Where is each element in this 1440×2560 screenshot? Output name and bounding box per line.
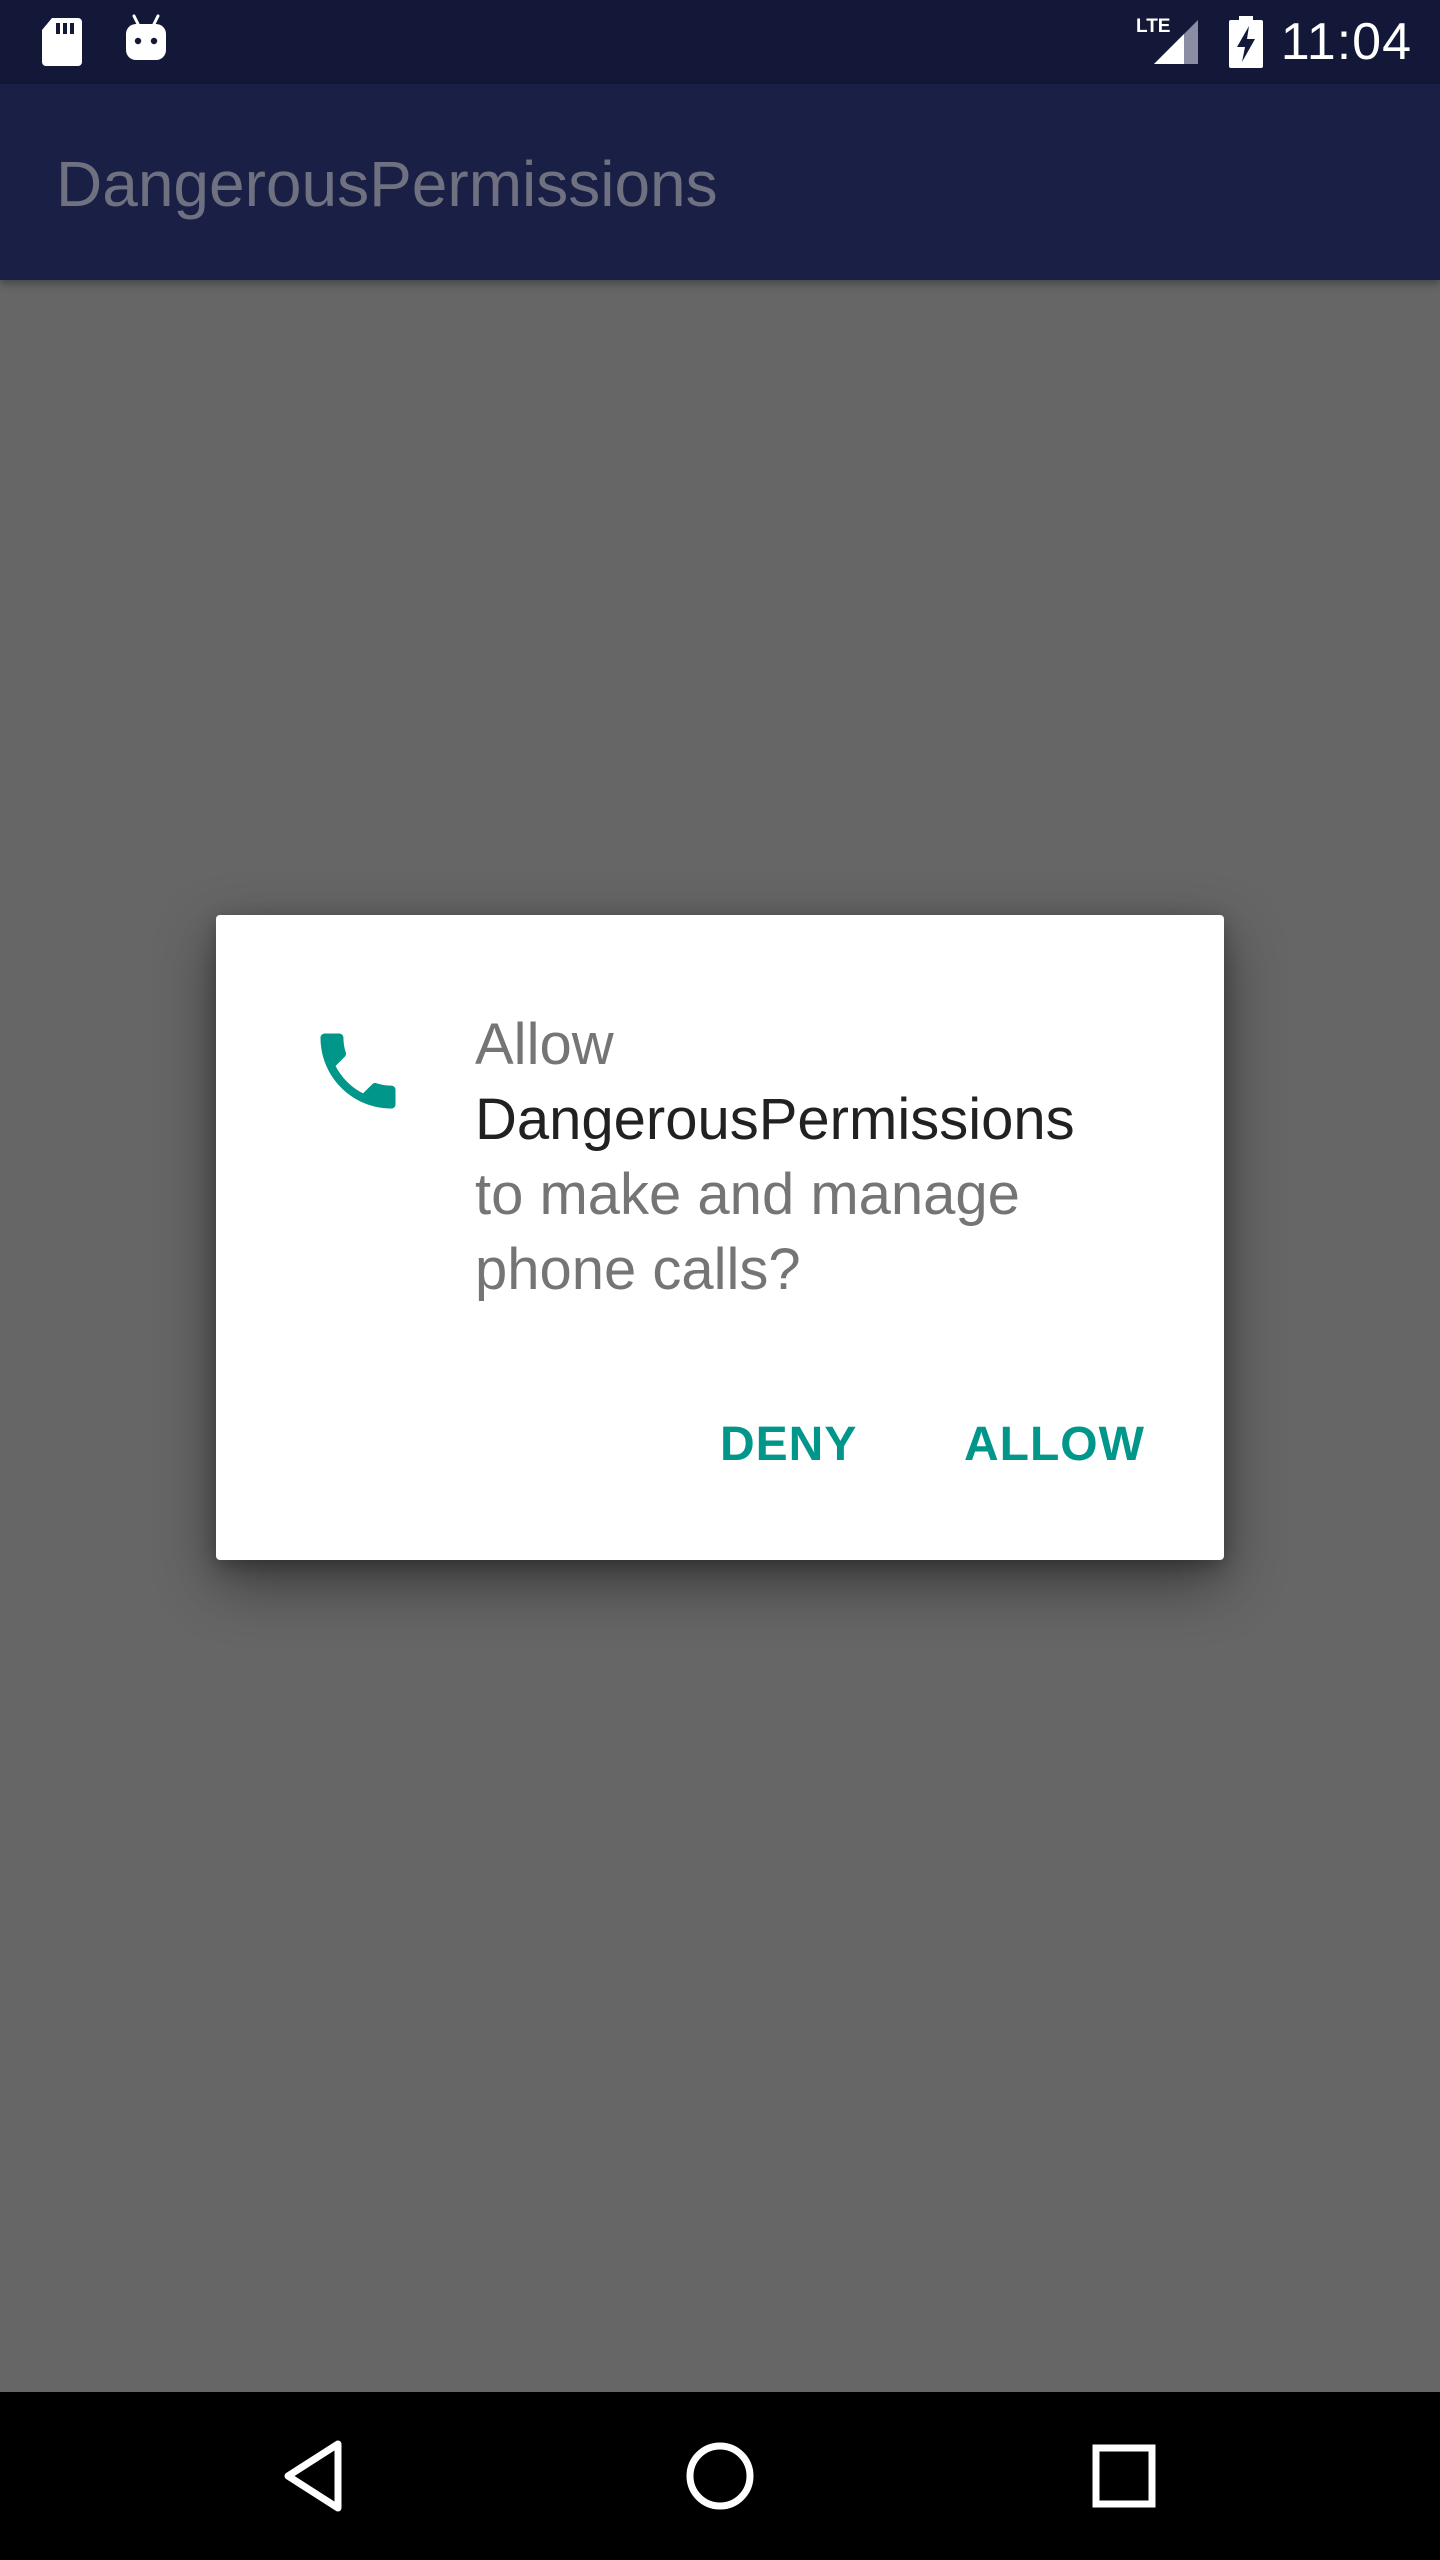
permission-dialog: Allow DangerousPermissions to make and m… xyxy=(216,915,1224,1560)
app-bar: DangerousPermissions xyxy=(0,84,1440,280)
deny-button[interactable]: DENY xyxy=(720,1415,857,1475)
android-icon xyxy=(122,12,170,64)
message-line-2: phone calls? xyxy=(475,1237,801,1302)
svg-text:LTE: LTE xyxy=(1136,16,1170,37)
phone-icon xyxy=(308,1021,408,1121)
allow-button[interactable]: ALLOW xyxy=(964,1415,1145,1475)
home-icon[interactable] xyxy=(680,2436,760,2516)
status-bar: LTE 11:04 xyxy=(0,0,1440,84)
back-icon[interactable] xyxy=(276,2436,356,2516)
recents-icon[interactable] xyxy=(1084,2436,1164,2516)
dialog-message: Allow DangerousPermissions to make and m… xyxy=(475,1007,1175,1307)
permission-app-name: DangerousPermissions xyxy=(475,1087,1075,1152)
battery-charging-icon xyxy=(1226,14,1266,70)
clock: 11:04 xyxy=(1280,13,1412,71)
lte-signal-icon: LTE xyxy=(1134,12,1204,68)
sd-card-icon xyxy=(40,16,84,68)
message-prefix: Allow xyxy=(475,1012,614,1077)
app-title: DangerousPermissions xyxy=(56,148,718,220)
message-line-1: to make and manage xyxy=(475,1162,1020,1227)
navigation-bar xyxy=(0,2392,1440,2560)
